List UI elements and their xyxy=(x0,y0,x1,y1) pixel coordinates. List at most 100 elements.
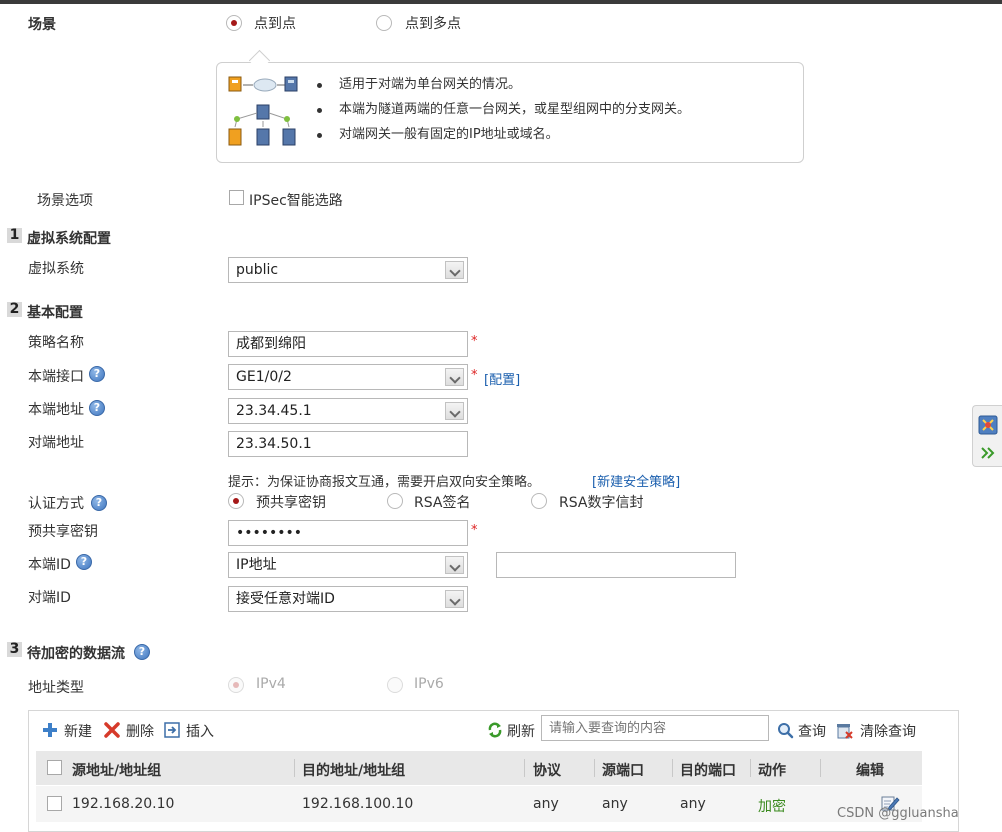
query-button-label: 查询 xyxy=(798,724,826,740)
address-type-ipv6-radio[interactable] xyxy=(387,677,403,693)
local-address-select[interactable]: 23.34.45.1 xyxy=(228,398,468,424)
auth-rsa-sign-radio[interactable] xyxy=(387,493,403,509)
delete-button-label: 删除 xyxy=(126,724,154,740)
vsys-select[interactable]: public xyxy=(228,257,468,283)
refresh-button-label: 刷新 xyxy=(507,724,535,740)
column-header: 编辑 xyxy=(856,763,884,779)
address-type-label: 地址类型 xyxy=(28,680,84,696)
clear-query-icon xyxy=(837,724,853,739)
row-destination-port: any xyxy=(680,796,706,812)
chevron-down-icon[interactable] xyxy=(445,368,464,386)
network-panel-icon xyxy=(978,415,998,435)
table-header xyxy=(36,751,922,785)
peer-id-value: 接受任意对端ID xyxy=(236,591,335,607)
security-policy-hint: 提示：为保证协商报文互通，需要开启双向安全策略。 xyxy=(228,475,541,490)
address-type-ipv4-radio[interactable] xyxy=(228,677,244,693)
peer-address-input[interactable]: 23.34.50.1 xyxy=(228,431,468,457)
column-separator xyxy=(594,759,595,777)
auth-psk-label: 预共享密钥 xyxy=(256,495,326,511)
row-source-port: any xyxy=(602,796,628,812)
section2-number: 2 xyxy=(7,302,22,317)
policy-name-value: 成都到绵阳 xyxy=(236,336,306,352)
address-type-ipv4-label: IPv4 xyxy=(256,676,286,692)
local-address-label: 本端地址 xyxy=(28,402,84,418)
ipsec-smart-route-checkbox[interactable] xyxy=(229,190,244,205)
policy-name-input[interactable]: 成都到绵阳 xyxy=(228,331,468,357)
section1-number: 1 xyxy=(7,228,22,243)
row-destination-address: 192.168.100.10 xyxy=(302,796,414,812)
section3-title: 待加密的数据流 xyxy=(27,646,125,662)
column-header[interactable]: 目的地址/地址组 xyxy=(302,760,405,780)
auth-rsa-envelope-label: RSA数字信封 xyxy=(559,495,644,511)
row-checkbox[interactable] xyxy=(47,796,62,811)
local-id-label: 本端ID xyxy=(28,557,71,573)
column-header[interactable]: 源地址/地址组 xyxy=(72,760,161,780)
refresh-button[interactable]: 刷新 xyxy=(487,721,539,741)
scene-tip-item: 适用于对端为单台网关的情况。 xyxy=(315,75,690,100)
column-separator xyxy=(750,759,751,777)
clear-query-button-label: 清除查询 xyxy=(860,724,916,740)
column-header[interactable]: 动作 xyxy=(758,760,786,780)
section2-title: 基本配置 xyxy=(27,305,83,321)
vsys-select-value: public xyxy=(236,262,279,278)
chevron-down-icon[interactable] xyxy=(445,590,464,608)
scene-p2p-radio[interactable] xyxy=(226,15,242,31)
auth-rsa-envelope-radio[interactable] xyxy=(531,493,547,509)
insert-button[interactable]: 插入 xyxy=(164,721,224,741)
help-icon[interactable]: ? xyxy=(76,554,92,570)
column-header[interactable]: 目的端口 xyxy=(680,760,736,780)
peer-address-value: 23.34.50.1 xyxy=(236,436,312,452)
required-mark: * xyxy=(471,334,478,349)
column-separator xyxy=(672,759,673,777)
column-separator xyxy=(820,759,821,777)
help-icon[interactable]: ? xyxy=(89,400,105,416)
vsys-label: 虚拟系统 xyxy=(28,261,84,277)
chevron-down-icon[interactable] xyxy=(445,261,464,279)
ipsec-smart-route-label: IPSec智能选路 xyxy=(249,193,343,209)
refresh-icon xyxy=(488,722,502,738)
local-interface-label: 本端接口 xyxy=(28,369,84,385)
help-icon[interactable]: ? xyxy=(134,644,150,660)
local-id-select[interactable]: IP地址 xyxy=(228,552,468,578)
peer-address-label: 对端地址 xyxy=(28,435,84,451)
auth-psk-radio[interactable] xyxy=(228,493,244,509)
query-button[interactable]: 查询 xyxy=(777,721,831,741)
local-address-value: 23.34.45.1 xyxy=(236,403,312,419)
select-all-checkbox[interactable] xyxy=(47,760,62,775)
delete-x-icon xyxy=(104,722,120,738)
policy-name-label: 策略名称 xyxy=(28,335,84,351)
column-header[interactable]: 源端口 xyxy=(602,760,644,780)
chevron-down-icon[interactable] xyxy=(445,402,464,420)
row-protocol: any xyxy=(533,796,559,812)
config-link[interactable]: [配置] xyxy=(484,369,520,388)
search-input[interactable] xyxy=(541,715,769,741)
psk-value: •••••••• xyxy=(236,525,303,541)
local-id-extra-input[interactable] xyxy=(496,552,736,578)
help-icon[interactable]: ? xyxy=(89,366,105,382)
row-source-address: 192.168.20.10 xyxy=(72,796,175,812)
scene-p2p-label: 点到点 xyxy=(254,16,296,32)
section1-title: 虚拟系统配置 xyxy=(27,231,111,247)
scene-p2mp-radio[interactable] xyxy=(376,15,392,31)
side-panel-tab[interactable] xyxy=(972,405,1002,467)
local-interface-value: GE1/0/2 xyxy=(236,369,292,385)
clear-query-button[interactable]: 清除查询 xyxy=(836,721,924,741)
column-header[interactable]: 协议 xyxy=(533,760,561,780)
scene-label: 场景 xyxy=(28,17,56,33)
psk-input[interactable]: •••••••• xyxy=(228,520,468,546)
section3-number: 3 xyxy=(7,642,22,657)
new-security-policy-link[interactable]: [新建安全策略] xyxy=(592,471,680,490)
insert-button-label: 插入 xyxy=(186,724,214,740)
address-type-ipv6-label: IPv6 xyxy=(414,676,444,692)
chevron-down-icon[interactable] xyxy=(445,556,464,574)
expand-chevron-icon[interactable] xyxy=(980,446,996,460)
auth-method-label: 认证方式 xyxy=(28,496,84,512)
column-separator xyxy=(294,759,295,777)
psk-label: 预共享密钥 xyxy=(28,524,98,540)
local-id-value: IP地址 xyxy=(236,557,277,573)
local-interface-select[interactable]: GE1/0/2 xyxy=(228,364,468,390)
delete-button[interactable]: 删除 xyxy=(104,721,164,741)
peer-id-select[interactable]: 接受任意对端ID xyxy=(228,586,468,612)
help-icon[interactable]: ? xyxy=(91,495,107,511)
scene-tip-item: 本端为隧道两端的任意一台网关，或星型组网中的分支网关。 xyxy=(315,100,690,125)
